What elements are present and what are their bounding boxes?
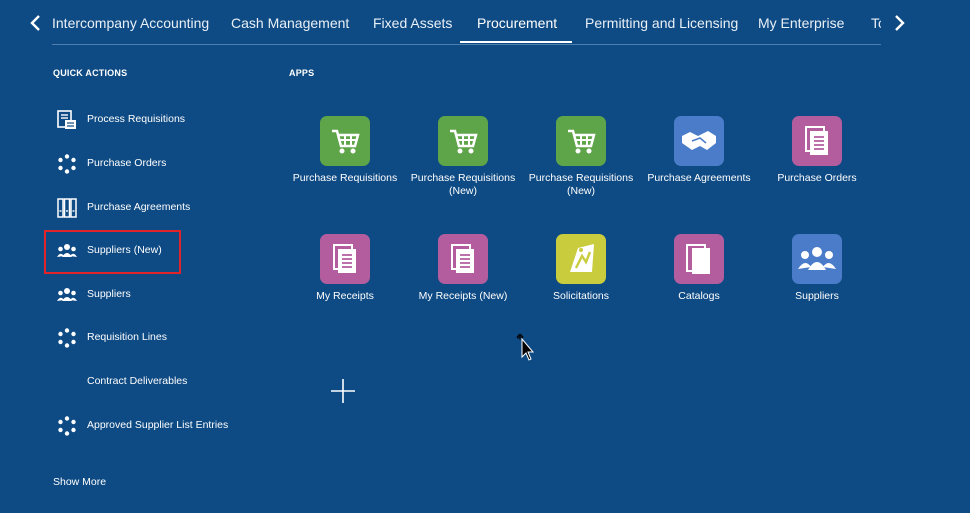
app-tile-my-receipts-new[interactable]: My Receipts (New) [408, 234, 518, 303]
app-tile-purchase-requisitions[interactable]: Purchase Requisitions [290, 116, 400, 185]
app-tile-label: My Receipts (New) [418, 290, 508, 302]
app-tile-solicitations[interactable]: Solicitations [526, 234, 636, 303]
quick-action-label: Purchase Orders [87, 157, 167, 169]
tab-procurement[interactable]: Procurement [477, 15, 557, 31]
tab-permitting-and-licensing[interactable]: Permitting and Licensing [585, 15, 738, 31]
shopping-cart-icon [438, 116, 488, 166]
app-tile-purchase-orders[interactable]: Purchase Orders [762, 116, 872, 185]
dotted-circle-icon [56, 153, 78, 175]
chevron-right-icon[interactable] [889, 12, 909, 34]
tab-fixed-assets[interactable]: Fixed Assets [373, 15, 452, 31]
app-tile-purchase-requisitions-new-2[interactable]: Purchase Requisitions (New) [526, 116, 636, 198]
app-tile-label: Purchase Requisitions [292, 172, 398, 184]
quick-action-requisition-lines[interactable]: Requisition Lines [56, 327, 256, 349]
binders-icon [56, 197, 78, 219]
app-tile-label: Purchase Agreements [647, 172, 751, 184]
app-tile-purchase-requisitions-new[interactable]: Purchase Requisitions (New) [408, 116, 518, 198]
quick-action-approved-supplier-list-entries[interactable]: Approved Supplier List Entries [56, 415, 256, 437]
quick-action-label: Process Requisitions [87, 113, 186, 125]
document-stack-icon [792, 116, 842, 166]
quick-action-label: Contract Deliverables [87, 375, 188, 387]
dotted-circle-icon [56, 327, 78, 349]
shopping-cart-icon [320, 116, 370, 166]
app-tile-label: My Receipts [316, 290, 374, 302]
app-tile-label: Solicitations [552, 290, 610, 302]
document-stack-icon [320, 234, 370, 284]
dotted-circle-icon [56, 415, 78, 437]
quick-action-label: Approved Supplier List Entries [87, 419, 229, 431]
handshake-icon [674, 116, 724, 166]
quick-action-process-requisitions[interactable]: Process Requisitions [56, 109, 256, 131]
tab-cash-management[interactable]: Cash Management [231, 15, 349, 31]
mouse-cursor-icon [514, 331, 535, 361]
app-tile-my-receipts[interactable]: My Receipts [290, 234, 400, 303]
tab-tools-partial[interactable]: To [871, 15, 881, 31]
app-tile-suppliers[interactable]: Suppliers [762, 234, 872, 303]
shopping-cart-icon [556, 116, 606, 166]
quick-action-purchase-agreements[interactable]: Purchase Agreements [56, 197, 256, 219]
quick-action-label: Suppliers [87, 288, 131, 300]
tab-strip: Intercompany Accounting Cash Management … [52, 0, 881, 45]
apps-heading: APPS [289, 68, 315, 78]
app-tile-label: Purchase Requisitions (New) [528, 172, 634, 197]
app-tile-label: Purchase Requisitions (New) [410, 172, 516, 197]
quick-action-suppliers[interactable]: Suppliers [56, 284, 256, 306]
selection-highlight-box [44, 230, 181, 274]
show-more-link[interactable]: Show More [53, 476, 106, 488]
app-tile-purchase-agreements[interactable]: Purchase Agreements [644, 116, 754, 185]
chevron-left-icon[interactable] [26, 12, 46, 34]
top-navigation: Intercompany Accounting Cash Management … [0, 0, 970, 45]
tab-intercompany-accounting[interactable]: Intercompany Accounting [52, 15, 209, 31]
users-group-icon [56, 284, 78, 306]
catalog-pages-icon [674, 234, 724, 284]
app-tile-label: Suppliers [795, 290, 839, 302]
app-tile-label: Purchase Orders [777, 172, 857, 184]
active-tab-indicator [460, 41, 572, 43]
tab-my-enterprise[interactable]: My Enterprise [758, 15, 844, 31]
add-app-plus-icon[interactable] [330, 378, 356, 404]
quick-action-label: Purchase Agreements [87, 201, 191, 213]
quick-action-label: Requisition Lines [87, 331, 167, 343]
document-stack-icon [438, 234, 488, 284]
quick-actions-heading: QUICK ACTIONS [53, 68, 128, 78]
app-tile-label: Catalogs [678, 290, 720, 302]
quick-action-contract-deliverables[interactable]: Contract Deliverables [56, 371, 256, 393]
solicitation-icon [556, 234, 606, 284]
document-list-icon [56, 109, 78, 131]
users-group-icon [792, 234, 842, 284]
app-tile-catalogs[interactable]: Catalogs [644, 234, 754, 303]
quick-action-purchase-orders[interactable]: Purchase Orders [56, 153, 256, 175]
